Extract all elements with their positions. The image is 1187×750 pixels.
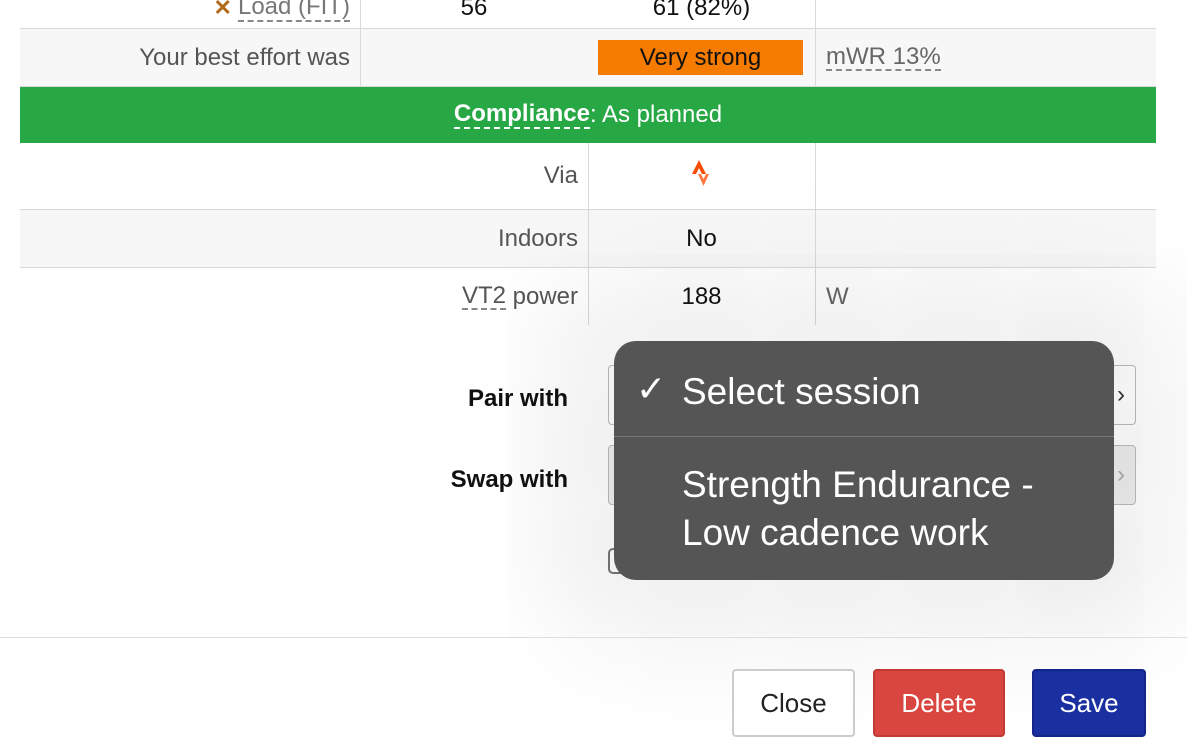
table-row-best-effort: Your best effort was Very strong mWR 13% xyxy=(20,29,1156,87)
vt2-unit: W xyxy=(826,282,849,310)
footer-divider xyxy=(0,637,1187,638)
chevron-right-icon: › xyxy=(1117,461,1125,488)
vt2-value: 188 xyxy=(681,282,722,310)
table-row-indoors: Indoors No xyxy=(20,210,1156,268)
mwr-value: mWR 13% xyxy=(826,42,941,72)
checkmark-icon: ✓ xyxy=(636,368,667,409)
mwr-cell: mWR 13% xyxy=(816,29,1116,86)
vt2-label: VT2 power xyxy=(20,268,588,325)
table-row-via: Via xyxy=(20,143,1156,210)
load-label-cell: ✕ Load (FIT) xyxy=(20,0,360,28)
menu-item-label: Select session xyxy=(682,371,921,412)
load-label: Load (FIT) xyxy=(237,0,350,22)
vt2-label-rest: power xyxy=(505,282,578,310)
menu-item-select-session[interactable]: ✓ Select session xyxy=(614,368,1114,438)
close-button[interactable]: Close xyxy=(732,669,855,737)
vt2-abbr: VT2 xyxy=(461,281,506,311)
best-effort-badge-cell: Very strong xyxy=(598,29,808,86)
pair-with-label: Pair with xyxy=(467,385,568,412)
save-button[interactable]: Save xyxy=(1032,669,1146,737)
compliance-value: : As planned xyxy=(589,101,723,128)
compliance-key[interactable]: Compliance xyxy=(453,101,590,129)
session-dropdown-menu: ✓ Select session Strength Endurance - Lo… xyxy=(614,341,1114,580)
compliance-text: Compliance : As planned xyxy=(20,87,1156,143)
indoors-label: Indoors xyxy=(497,224,578,252)
menu-item-label-line1: Strength Endurance - xyxy=(682,464,1034,505)
table-row-load: ✕ Load (FIT) 56 61 (82%) xyxy=(20,0,1156,29)
via-value-cell xyxy=(588,143,815,209)
strava-icon[interactable] xyxy=(691,159,713,194)
menu-item-label-line2: Low cadence work xyxy=(682,512,989,553)
load-actual: 61 (82%) xyxy=(652,0,751,21)
menu-divider xyxy=(614,436,1114,437)
load-planned: 56 xyxy=(460,0,488,21)
compliance-banner: Compliance : As planned xyxy=(20,87,1156,143)
swap-with-label: Swap with xyxy=(450,466,568,493)
delete-button[interactable]: Delete xyxy=(873,669,1005,737)
via-label: Via xyxy=(543,162,578,189)
indoors-value: No xyxy=(686,224,717,252)
remove-icon[interactable]: ✕ xyxy=(214,0,232,21)
table-row-vt2: VT2 power 188 W xyxy=(20,268,1156,325)
best-effort-label: Your best effort was xyxy=(139,43,350,71)
chevron-right-icon: › xyxy=(1117,381,1125,408)
session-detail-page: ✕ Load (FIT) 56 61 (82%) Your best effor… xyxy=(0,0,1187,750)
effort-badge: Very strong xyxy=(598,40,803,75)
